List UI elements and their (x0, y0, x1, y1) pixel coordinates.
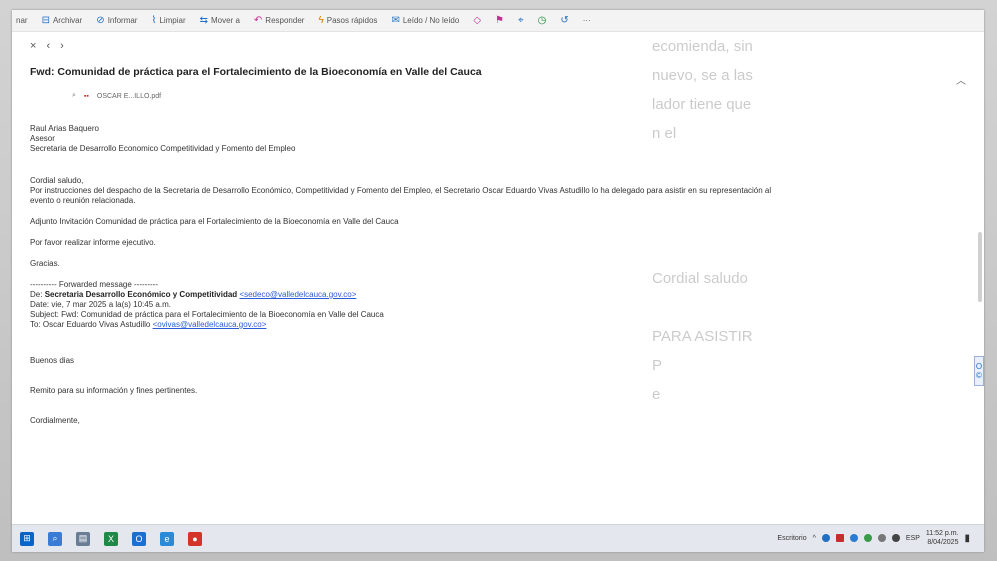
undo-button[interactable]: ↺ (560, 15, 568, 26)
pin-icon: ⌖ (517, 15, 524, 26)
quick-steps-button[interactable]: ϟ Pasos rápidos (318, 15, 377, 26)
quick-steps-label: Pasos rápidos (326, 16, 378, 25)
edge-icon[interactable]: e (160, 531, 174, 546)
language-indicator[interactable]: ESP (906, 535, 920, 542)
report-icon: ⊘ (96, 15, 105, 26)
volume-icon[interactable] (891, 534, 900, 542)
envelope-icon: ✉ (391, 15, 400, 26)
clock-icon: ◷ (537, 15, 547, 26)
buenos-dias: Buenos dias (30, 356, 75, 365)
read-unread-button[interactable]: ✉ Leído / No leído (391, 15, 459, 26)
to-label: To: Oscar Eduardo Vivas Astudillo (30, 320, 151, 329)
undo-icon: ↺ (560, 15, 569, 26)
lightning-icon: ϟ (318, 15, 324, 26)
chevron-up-icon[interactable]: ^ (813, 535, 816, 542)
clean-button[interactable]: ⌇ Limpiar (151, 15, 185, 26)
flag-button[interactable]: ⚑ (495, 15, 504, 26)
wifi-icon[interactable] (877, 534, 886, 542)
from-email-link[interactable]: <sedeco@valledelcauca.gov.co> (239, 290, 356, 299)
clean-label: Limpiar (159, 16, 186, 25)
clock-date: 8/04/2025 (927, 539, 959, 546)
to-email-link[interactable]: <ovivas@valledelcauca.gov.co> (153, 320, 267, 329)
scrollbar[interactable] (978, 232, 982, 302)
more-icon: ··· (582, 16, 591, 25)
search-icon[interactable]: ⌕ (48, 531, 62, 546)
collapse-icon[interactable]: ︿ (956, 72, 966, 87)
categorize-button[interactable]: ◇ (473, 15, 481, 26)
archive-button[interactable]: ⊟ Archivar (42, 15, 83, 26)
network-icon[interactable] (821, 534, 830, 542)
read-unread-label: Leído / No leído (402, 16, 460, 25)
sender-department: Secretaria de Desarrollo Economico Compe… (30, 144, 296, 153)
forward-date: Date: vie, 7 mar 2025 a la(s) 10:45 a.m. (30, 300, 171, 309)
toolbar-item-fragment[interactable]: nar (16, 16, 28, 25)
forward-subject: Subject: Fwd: Comunidad de práctica para… (30, 310, 384, 319)
move-icon: ⇆ (199, 15, 208, 26)
close-icon[interactable]: × (30, 40, 36, 52)
email-subject: Fwd: Comunidad de práctica para el Forta… (30, 66, 482, 78)
instruction-line-1: Por instrucciones del despacho de la Sec… (30, 186, 772, 195)
forwarded-header: ---------- Forwarded message --------- (30, 280, 158, 289)
attachment-row: ⌕ ▪▪ OSCAR E...ILLO.pdf (72, 92, 161, 100)
archive-icon: ⊟ (41, 15, 50, 26)
from-name: Secretaria Desarrollo Económico y Compet… (44, 290, 238, 299)
from-label: De: (30, 290, 43, 299)
notification-icon[interactable]: ▮ (964, 533, 970, 544)
request-line: Por favor realizar informe ejecutivo. (30, 238, 156, 247)
cordialmente: Cordialmente, (30, 416, 80, 425)
more-button[interactable]: ··· (583, 16, 591, 25)
start-icon[interactable]: ⊞ (20, 531, 34, 546)
excel-icon[interactable]: X (104, 531, 118, 546)
command-toolbar: nar ⊟ Archivar ⊘ Informar ⌇ Limpiar ⇆ Mover … (12, 10, 984, 32)
remito-line: Remito para su información y fines perti… (30, 386, 198, 395)
reading-pane: × ‹ › Fwd: Comunidad de práctica para el… (12, 32, 984, 524)
onedrive-icon[interactable] (849, 534, 858, 542)
move-to-button[interactable]: ⇆ Mover a (200, 15, 240, 26)
update-icon[interactable] (863, 534, 872, 542)
attachment-note: Adjunto Invitación Comunidad de práctica… (30, 217, 399, 226)
move-label: Mover a (211, 16, 240, 25)
pdf-icon: ▪▪ (83, 92, 89, 100)
message-nav: × ‹ › (30, 40, 64, 52)
reply-icon: ↶ (253, 15, 263, 26)
email-body: Raul Arias Baquero Asesor Secretaria de … (30, 124, 970, 426)
addin-icon-top: O (975, 362, 983, 371)
tray-label[interactable]: Escritorio (777, 535, 806, 542)
clock-time: 11:52 p.m. (925, 530, 959, 537)
forward-icon[interactable]: › (60, 40, 64, 52)
thanks-line: Gracias. (30, 259, 60, 268)
instruction-line-2: evento o reunión relacionada. (30, 196, 136, 205)
file-explorer-icon[interactable]: ▤ (76, 531, 90, 546)
pin-button[interactable]: ⌖ (518, 15, 524, 26)
security-icon[interactable] (835, 534, 844, 542)
side-addin-badge[interactable]: O © (974, 356, 984, 386)
reply-label: Responder (265, 16, 305, 25)
system-tray: Escritorio ^ ESP 11:52 p.m. 8/04/2025 ▮ (777, 529, 970, 547)
toolbar-fragment-label: nar (16, 16, 28, 25)
clock[interactable]: 11:52 p.m. 8/04/2025 (926, 529, 959, 547)
archive-label: Archivar (52, 16, 83, 25)
forward-from: De: Secretaria Desarrollo Económico y Co… (30, 290, 970, 300)
snooze-button[interactable]: ◷ (538, 15, 547, 26)
attachment-name[interactable]: OSCAR E...ILLO.pdf (97, 93, 161, 100)
windows-taskbar: ⊞ ⌕ ▤ X O e ● Escritorio ^ ESP 11:52 p.m… (12, 524, 984, 552)
back-icon[interactable]: ‹ (46, 40, 50, 52)
report-button[interactable]: ⊘ Informar (96, 15, 137, 26)
outlook-window: nar ⊟ Archivar ⊘ Informar ⌇ Limpiar ⇆ Mover … (12, 10, 984, 552)
forward-to: To: Oscar Eduardo Vivas Astudillo <oviva… (30, 320, 970, 330)
greeting: Cordial saludo, (30, 176, 84, 185)
sender-title: Asesor (30, 134, 55, 143)
flag-icon: ⚑ (495, 15, 504, 26)
addin-icon-bottom: © (976, 371, 982, 380)
reply-button[interactable]: ↶ Responder (254, 15, 305, 26)
app-icon[interactable]: ● (188, 531, 202, 546)
paperclip-icon: ⌕ (72, 92, 76, 99)
tag-icon: ◇ (473, 15, 482, 26)
broom-icon: ⌇ (151, 15, 157, 26)
report-label: Informar (107, 16, 138, 25)
sender-name: Raul Arias Baquero (30, 124, 99, 133)
outlook-icon[interactable]: O (132, 531, 146, 546)
